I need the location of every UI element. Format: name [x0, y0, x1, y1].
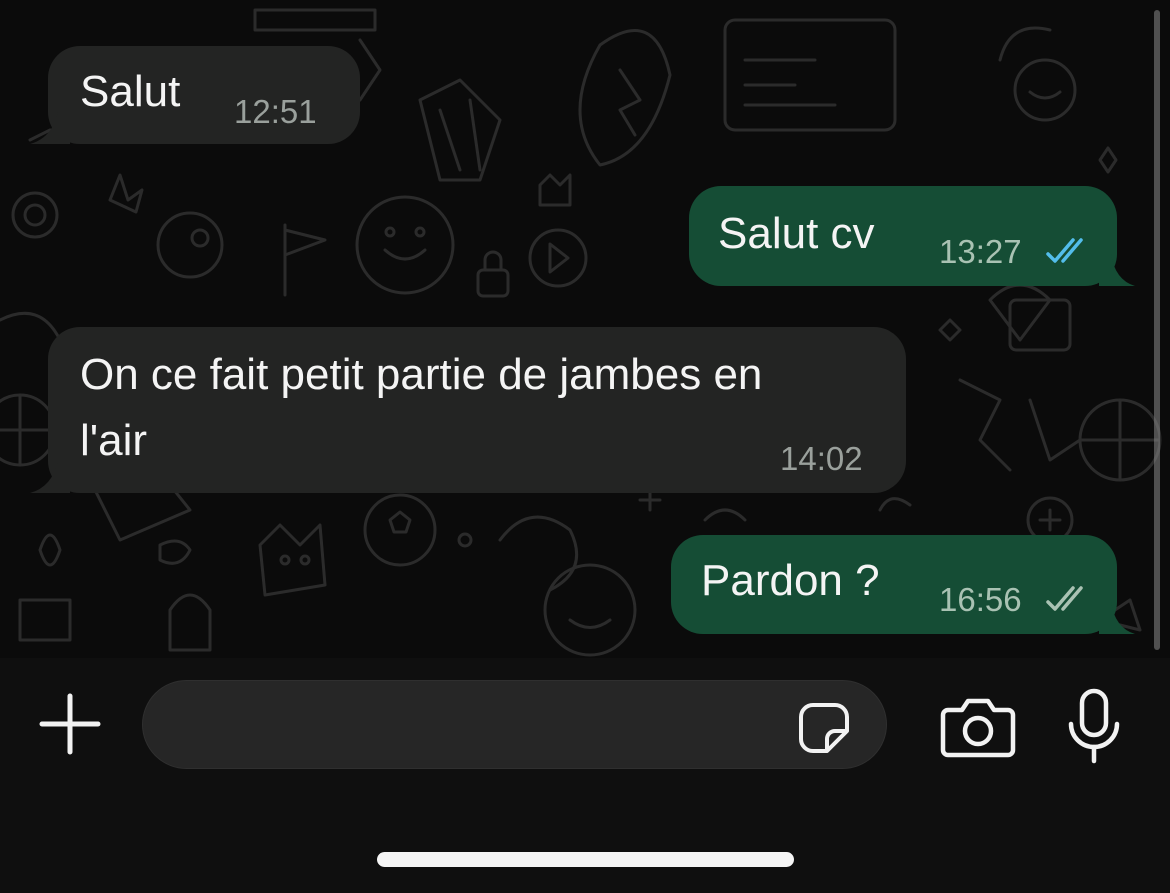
message-input[interactable] — [173, 681, 777, 770]
message-text-line: l'air — [80, 416, 148, 465]
bubble-tail — [1099, 246, 1135, 286]
bubble-tail — [1099, 594, 1135, 634]
sticker-icon[interactable] — [797, 701, 851, 755]
home-indicator[interactable] — [377, 852, 794, 867]
bubble-tail — [30, 104, 70, 144]
message-text: Pardon ? — [701, 556, 880, 605]
read-checkmarks-icon — [1046, 238, 1083, 263]
message-text: Salut cv — [718, 209, 875, 258]
message-input-field[interactable] — [142, 680, 887, 770]
message-timestamp: 13:27 — [939, 233, 1022, 270]
plus-icon[interactable] — [38, 692, 102, 756]
message-bubble-outgoing[interactable]: Salut cv 13:27 — [689, 186, 1135, 286]
chat-area[interactable]: Salut 12:51 Salut cv 13:27 On ce fait pe… — [0, 0, 1170, 658]
message-text-line: On ce fait petit partie de jambes en — [80, 350, 763, 399]
chat-scrollbar[interactable] — [1154, 10, 1160, 650]
message-composer-bar — [0, 658, 1170, 893]
message-bubble-incoming[interactable]: On ce fait petit partie de jambes en l'a… — [30, 327, 906, 493]
message-bubble-incoming[interactable]: Salut 12:51 — [30, 46, 360, 144]
delivered-checkmarks-icon — [1046, 586, 1083, 611]
camera-icon[interactable] — [940, 696, 1016, 758]
message-timestamp: 12:51 — [234, 93, 317, 130]
bubble-tail — [30, 453, 70, 493]
message-text: Salut — [80, 67, 181, 116]
message-bubble-outgoing[interactable]: Pardon ? 16:56 — [671, 535, 1135, 634]
message-timestamp: 14:02 — [780, 440, 863, 477]
message-timestamp: 16:56 — [939, 581, 1022, 618]
microphone-icon[interactable] — [1066, 688, 1122, 764]
